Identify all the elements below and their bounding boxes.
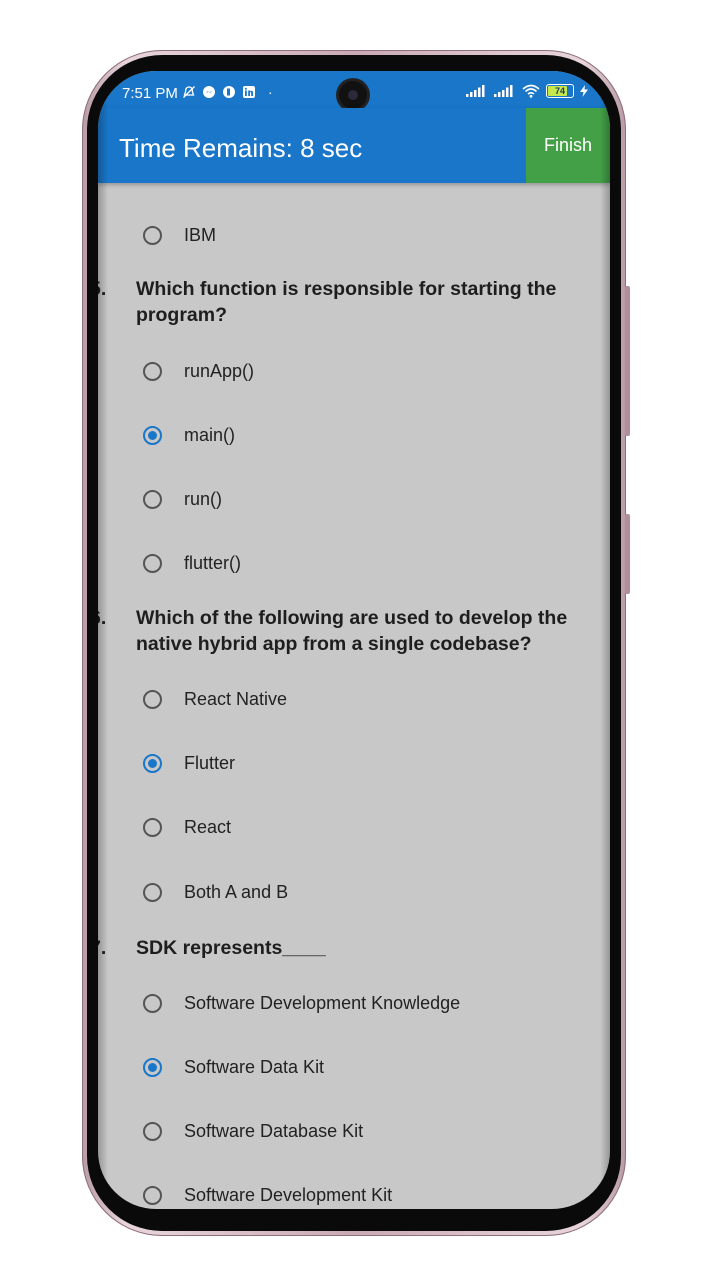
radio-button[interactable] xyxy=(143,553,162,573)
option-label: flutter() xyxy=(184,552,242,573)
radio-button[interactable] xyxy=(143,882,162,902)
question-text: SDK represents____ xyxy=(136,937,326,959)
status-icons-left: · xyxy=(182,84,273,100)
answer-option[interactable]: Software Data Kit xyxy=(143,1052,324,1082)
app-icon xyxy=(223,86,235,98)
radio-button[interactable] xyxy=(143,993,162,1013)
question-title: 7. SDK represents____ xyxy=(98,935,606,961)
answer-option[interactable]: React Native xyxy=(143,684,287,714)
answer-option[interactable]: run() xyxy=(143,484,222,514)
option-label: Software Development Knowledge xyxy=(184,992,461,1013)
option-label: Both A and B xyxy=(184,881,289,902)
linkedin-icon xyxy=(243,86,255,98)
option-label: main() xyxy=(184,424,236,445)
no-sound-icon xyxy=(183,86,195,98)
question-text: Which function is responsible for starti… xyxy=(136,278,557,326)
messenger-icon xyxy=(203,86,215,98)
answer-option[interactable]: Software Database Kit xyxy=(143,1116,363,1146)
radio-button[interactable] xyxy=(143,489,162,509)
answer-option[interactable]: Software Development Knowledge xyxy=(143,988,460,1018)
front-camera xyxy=(339,81,367,109)
answer-option[interactable]: IBM xyxy=(143,220,216,250)
question-number: 6. xyxy=(98,607,107,629)
question-title: 5. Which function is responsible for star… xyxy=(98,276,606,328)
radio-button[interactable] xyxy=(143,817,162,837)
radio-button-selected[interactable] xyxy=(143,425,162,445)
answer-option[interactable]: Flutter xyxy=(143,748,235,778)
question-text: Which of the following are used to devel… xyxy=(136,607,568,655)
status-time: 7:51 PM xyxy=(122,85,178,102)
option-label: run() xyxy=(184,488,223,509)
radio-button[interactable] xyxy=(143,361,162,381)
radio-button-selected[interactable] xyxy=(143,753,162,773)
battery-level: 74 xyxy=(554,86,565,96)
status-dot: · xyxy=(268,84,273,100)
question-number: 5. xyxy=(98,278,107,300)
app-bar: Time Remains: 8 sec Finish xyxy=(98,108,610,183)
timer-title: Time Remains: 8 sec xyxy=(119,133,363,163)
radio-button[interactable] xyxy=(143,1185,162,1205)
volume-button xyxy=(625,286,630,436)
answer-option[interactable]: runApp() xyxy=(143,356,254,386)
option-label: Software Database Kit xyxy=(184,1120,364,1141)
power-button xyxy=(625,514,630,594)
answer-option[interactable]: Both A and B xyxy=(143,877,288,907)
option-label: Software Development Kit xyxy=(184,1184,393,1205)
wifi-icon xyxy=(522,84,540,98)
phone-screen: 7:51 PM · 74 Time Remains: 8 sec Finish … xyxy=(98,71,610,1209)
screen-edge-shadow xyxy=(98,71,108,1209)
finish-button[interactable]: Finish xyxy=(526,108,610,183)
status-bar: 7:51 PM · 74 xyxy=(98,71,610,109)
option-label: React xyxy=(184,816,232,837)
answer-option[interactable]: React xyxy=(143,812,231,842)
radio-button[interactable] xyxy=(143,689,162,709)
option-label: Software Data Kit xyxy=(184,1056,325,1077)
radio-button-selected[interactable] xyxy=(143,1057,162,1077)
question-title: 6. Which of the following are used to dev… xyxy=(98,605,606,657)
option-label: React Native xyxy=(184,688,288,709)
signal-icon xyxy=(466,85,485,97)
option-label: runApp() xyxy=(184,360,255,381)
answer-option[interactable]: main() xyxy=(143,420,235,450)
charging-icon xyxy=(580,85,588,97)
radio-button[interactable] xyxy=(143,1121,162,1141)
radio-button[interactable] xyxy=(143,225,162,245)
signal-icon xyxy=(494,85,513,97)
battery-icon: 74 xyxy=(546,84,574,98)
answer-option[interactable]: Software Development Kit xyxy=(143,1180,392,1209)
option-label: IBM xyxy=(184,224,217,245)
answer-option[interactable]: flutter() xyxy=(143,548,241,578)
question-number: 7. xyxy=(98,937,107,959)
status-icons-right: 74 xyxy=(466,84,588,98)
option-label: Flutter xyxy=(184,752,236,773)
